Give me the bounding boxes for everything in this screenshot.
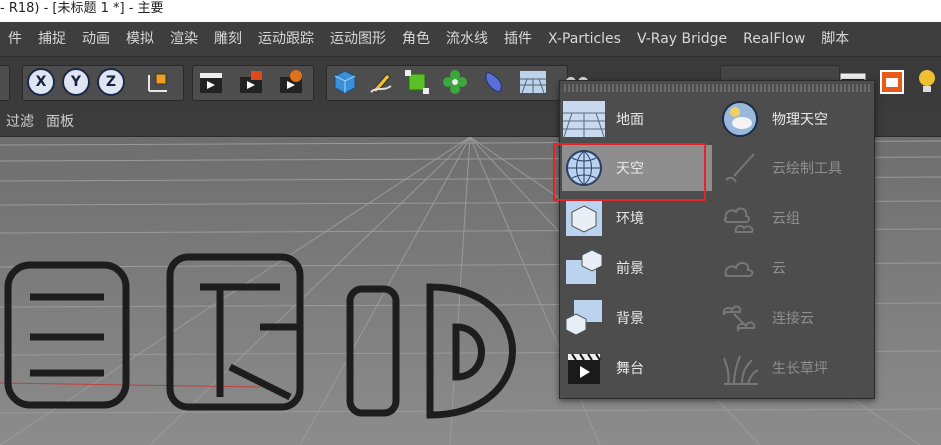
popup-item-environment[interactable]: 环境 xyxy=(562,195,712,241)
menu-item-file[interactable]: 件 xyxy=(0,22,30,56)
filter-menu[interactable]: 过滤 xyxy=(0,111,40,131)
environment-objects-popup: 地面 天空 环境 前景 背景 舞台 物理天空 云绘制工具 云组 云 连接云 生长… xyxy=(559,80,875,399)
axis-y-button[interactable]: Y xyxy=(61,67,91,97)
menu-item-plugins[interactable]: 插件 xyxy=(496,22,540,56)
render-picture-viewer-icon xyxy=(240,71,262,93)
deformer-icon xyxy=(485,71,502,93)
menu-item-simulate[interactable]: 模拟 xyxy=(118,22,162,56)
cube-object-button[interactable] xyxy=(330,67,360,97)
grass-icon xyxy=(718,346,762,390)
popup-item-connect-clouds: 连接云 xyxy=(718,295,868,341)
cloud-icon xyxy=(718,246,762,290)
menu-item-x-particles[interactable]: X-Particles xyxy=(540,22,629,56)
popup-item-cloud-paint-tool-label: 云绘制工具 xyxy=(772,161,842,177)
toolbar-group-edge xyxy=(0,65,10,101)
popup-item-background-label: 背景 xyxy=(616,311,644,327)
render-view-icon xyxy=(200,73,222,93)
popup-item-background[interactable]: 背景 xyxy=(562,295,712,341)
popup-item-grow-grass: 生长草坪 xyxy=(718,345,868,391)
background-icon xyxy=(562,296,606,340)
cloud-paint-icon xyxy=(718,146,762,190)
spline-pen-button[interactable] xyxy=(366,67,396,97)
menu-bar: 件 捕捉 动画 模拟 渲染 雕刻 运动跟踪 运动图形 角色 流水线 插件 X-P… xyxy=(0,22,941,56)
window-title-bar: - R18) - [未标题 1 *] - 主要 xyxy=(0,0,941,22)
panel-menu[interactable]: 面板 xyxy=(40,111,80,131)
popup-item-floor[interactable]: 地面 xyxy=(562,96,712,142)
highlight-annotation-box xyxy=(553,143,706,201)
layer-icon xyxy=(880,70,904,94)
render-settings-icon xyxy=(280,70,302,93)
subdivision-surface-button[interactable] xyxy=(402,67,432,97)
axis-z-button[interactable]: Z xyxy=(96,67,126,97)
floor-toolbar-button[interactable] xyxy=(518,67,548,97)
floor-icon xyxy=(562,97,606,141)
menu-item-script[interactable]: 脚本 xyxy=(813,22,857,56)
popup-item-cloud: 云 xyxy=(718,245,868,291)
render-to-picture-viewer-button[interactable] xyxy=(236,67,266,97)
popup-item-stage[interactable]: 舞台 xyxy=(562,345,712,391)
menu-item-motion-tracking[interactable]: 运动跟踪 xyxy=(250,22,322,56)
axis-y-label: Y xyxy=(62,68,90,96)
window-title: - R18) - [未标题 1 *] - 主要 xyxy=(0,1,164,16)
popup-drag-handle[interactable] xyxy=(564,84,870,92)
coordinate-system-button[interactable] xyxy=(143,67,173,97)
popup-item-physical-sky-label: 物理天空 xyxy=(772,112,828,128)
axis-z-label: Z xyxy=(97,68,125,96)
popup-item-cloud-paint-tool: 云绘制工具 xyxy=(718,145,868,191)
layer-manager-button[interactable] xyxy=(877,67,907,97)
bulb-button[interactable] xyxy=(912,67,941,97)
deformer-button[interactable] xyxy=(478,67,508,97)
floor-grid-icon xyxy=(520,71,546,94)
physical-sky-icon xyxy=(718,97,762,141)
light-bulb-icon xyxy=(919,70,935,92)
menu-item-pipeline[interactable]: 流水线 xyxy=(438,22,496,56)
cloner-button[interactable] xyxy=(440,67,470,97)
popup-item-grow-grass-label: 生长草坪 xyxy=(772,361,828,377)
cube-icon xyxy=(334,70,356,94)
menu-item-sculpt[interactable]: 雕刻 xyxy=(206,22,250,56)
popup-item-floor-label: 地面 xyxy=(616,112,644,128)
stage-clapper-icon xyxy=(562,346,606,390)
foreground-icon xyxy=(562,246,606,290)
popup-item-connect-clouds-label: 连接云 xyxy=(772,311,814,327)
cloud-group-icon xyxy=(718,196,762,240)
popup-item-stage-label: 舞台 xyxy=(616,361,644,377)
menu-item-snap[interactable]: 捕捉 xyxy=(30,22,74,56)
axis-x-button[interactable]: X xyxy=(26,67,56,97)
menu-item-character[interactable]: 角色 xyxy=(394,22,438,56)
coordinate-system-icon xyxy=(148,73,167,92)
menu-item-render[interactable]: 渲染 xyxy=(162,22,206,56)
axis-x-label: X xyxy=(27,68,55,96)
subdivision-icon xyxy=(405,70,429,94)
menu-item-realflow[interactable]: RealFlow xyxy=(735,22,813,56)
popup-item-foreground[interactable]: 前景 xyxy=(562,245,712,291)
popup-item-cloud-group-label: 云组 xyxy=(772,211,800,227)
menu-item-animate[interactable]: 动画 xyxy=(74,22,118,56)
render-view-button[interactable] xyxy=(196,67,226,97)
popup-item-cloud-label: 云 xyxy=(772,261,786,277)
popup-item-environment-label: 环境 xyxy=(616,211,644,227)
pen-icon xyxy=(370,73,392,94)
popup-item-cloud-group: 云组 xyxy=(718,195,868,241)
render-settings-button[interactable] xyxy=(276,67,306,97)
menu-item-mograph[interactable]: 运动图形 xyxy=(322,22,394,56)
cloner-flower-icon xyxy=(443,70,467,94)
connect-cloud-icon xyxy=(718,296,762,340)
environment-cube-icon xyxy=(562,196,606,240)
popup-item-physical-sky[interactable]: 物理天空 xyxy=(718,96,868,142)
popup-item-foreground-label: 前景 xyxy=(616,261,644,277)
menu-item-vray-bridge[interactable]: V-Ray Bridge xyxy=(629,22,735,56)
